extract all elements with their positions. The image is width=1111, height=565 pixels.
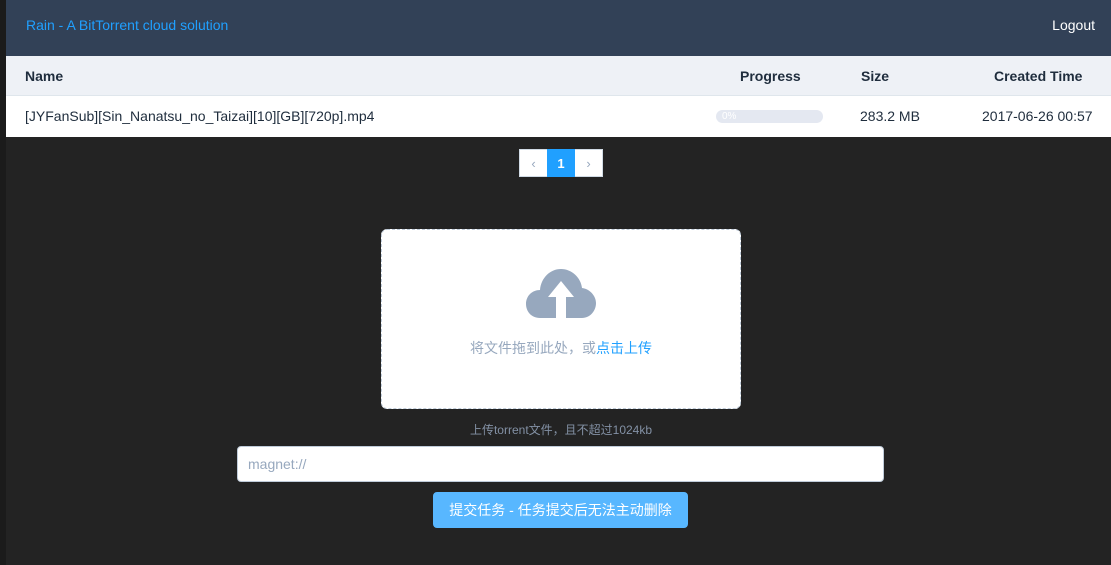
table-header: Name Progress Size Created Time bbox=[6, 56, 1111, 96]
cloud-upload-icon bbox=[526, 269, 596, 318]
magnet-input[interactable] bbox=[237, 446, 884, 482]
progress-bar: 0% bbox=[716, 110, 823, 123]
column-header-progress[interactable]: Progress bbox=[740, 68, 801, 84]
upload-instructions: 将文件拖到此处，或点击上传 bbox=[382, 338, 740, 358]
torrent-name: [JYFanSub][Sin_Nanatsu_no_Taizai][10][GB… bbox=[25, 108, 375, 124]
submit-task-button[interactable]: 提交任务 - 任务提交后无法主动删除 bbox=[433, 492, 688, 528]
column-header-name[interactable]: Name bbox=[25, 68, 63, 84]
upload-dropzone[interactable]: 将文件拖到此处，或点击上传 bbox=[381, 229, 741, 409]
upload-instructions-text: 将文件拖到此处，或 bbox=[470, 340, 596, 356]
progress-text: 0% bbox=[722, 111, 737, 122]
torrent-table: Name Progress Size Created Time [JYFanSu… bbox=[6, 56, 1111, 137]
chevron-right-icon: › bbox=[586, 155, 591, 171]
upload-tip: 上传torrent文件，且不超过1024kb bbox=[469, 423, 653, 437]
table-row[interactable]: [JYFanSub][Sin_Nanatsu_no_Taizai][10][GB… bbox=[6, 96, 1111, 136]
torrent-created-time: 2017-06-26 00:57 bbox=[982, 108, 1093, 124]
next-page-button[interactable]: › bbox=[575, 149, 603, 177]
prev-page-button[interactable]: ‹ bbox=[519, 149, 547, 177]
torrent-size: 283.2 MB bbox=[860, 108, 920, 124]
app-title-link[interactable]: Rain - A BitTorrent cloud solution bbox=[26, 17, 228, 33]
pagination: ‹ 1 › bbox=[519, 149, 603, 177]
chevron-left-icon: ‹ bbox=[531, 155, 536, 171]
click-to-upload-link[interactable]: 点击上传 bbox=[596, 340, 652, 356]
top-navbar: Rain - A BitTorrent cloud solution Logou… bbox=[6, 0, 1111, 56]
logout-link[interactable]: Logout bbox=[1052, 17, 1095, 33]
app: Rain - A BitTorrent cloud solution Logou… bbox=[0, 0, 1111, 565]
page-number-button[interactable]: 1 bbox=[547, 149, 575, 177]
column-header-size[interactable]: Size bbox=[861, 68, 889, 84]
column-header-created-time[interactable]: Created Time bbox=[994, 68, 1082, 84]
